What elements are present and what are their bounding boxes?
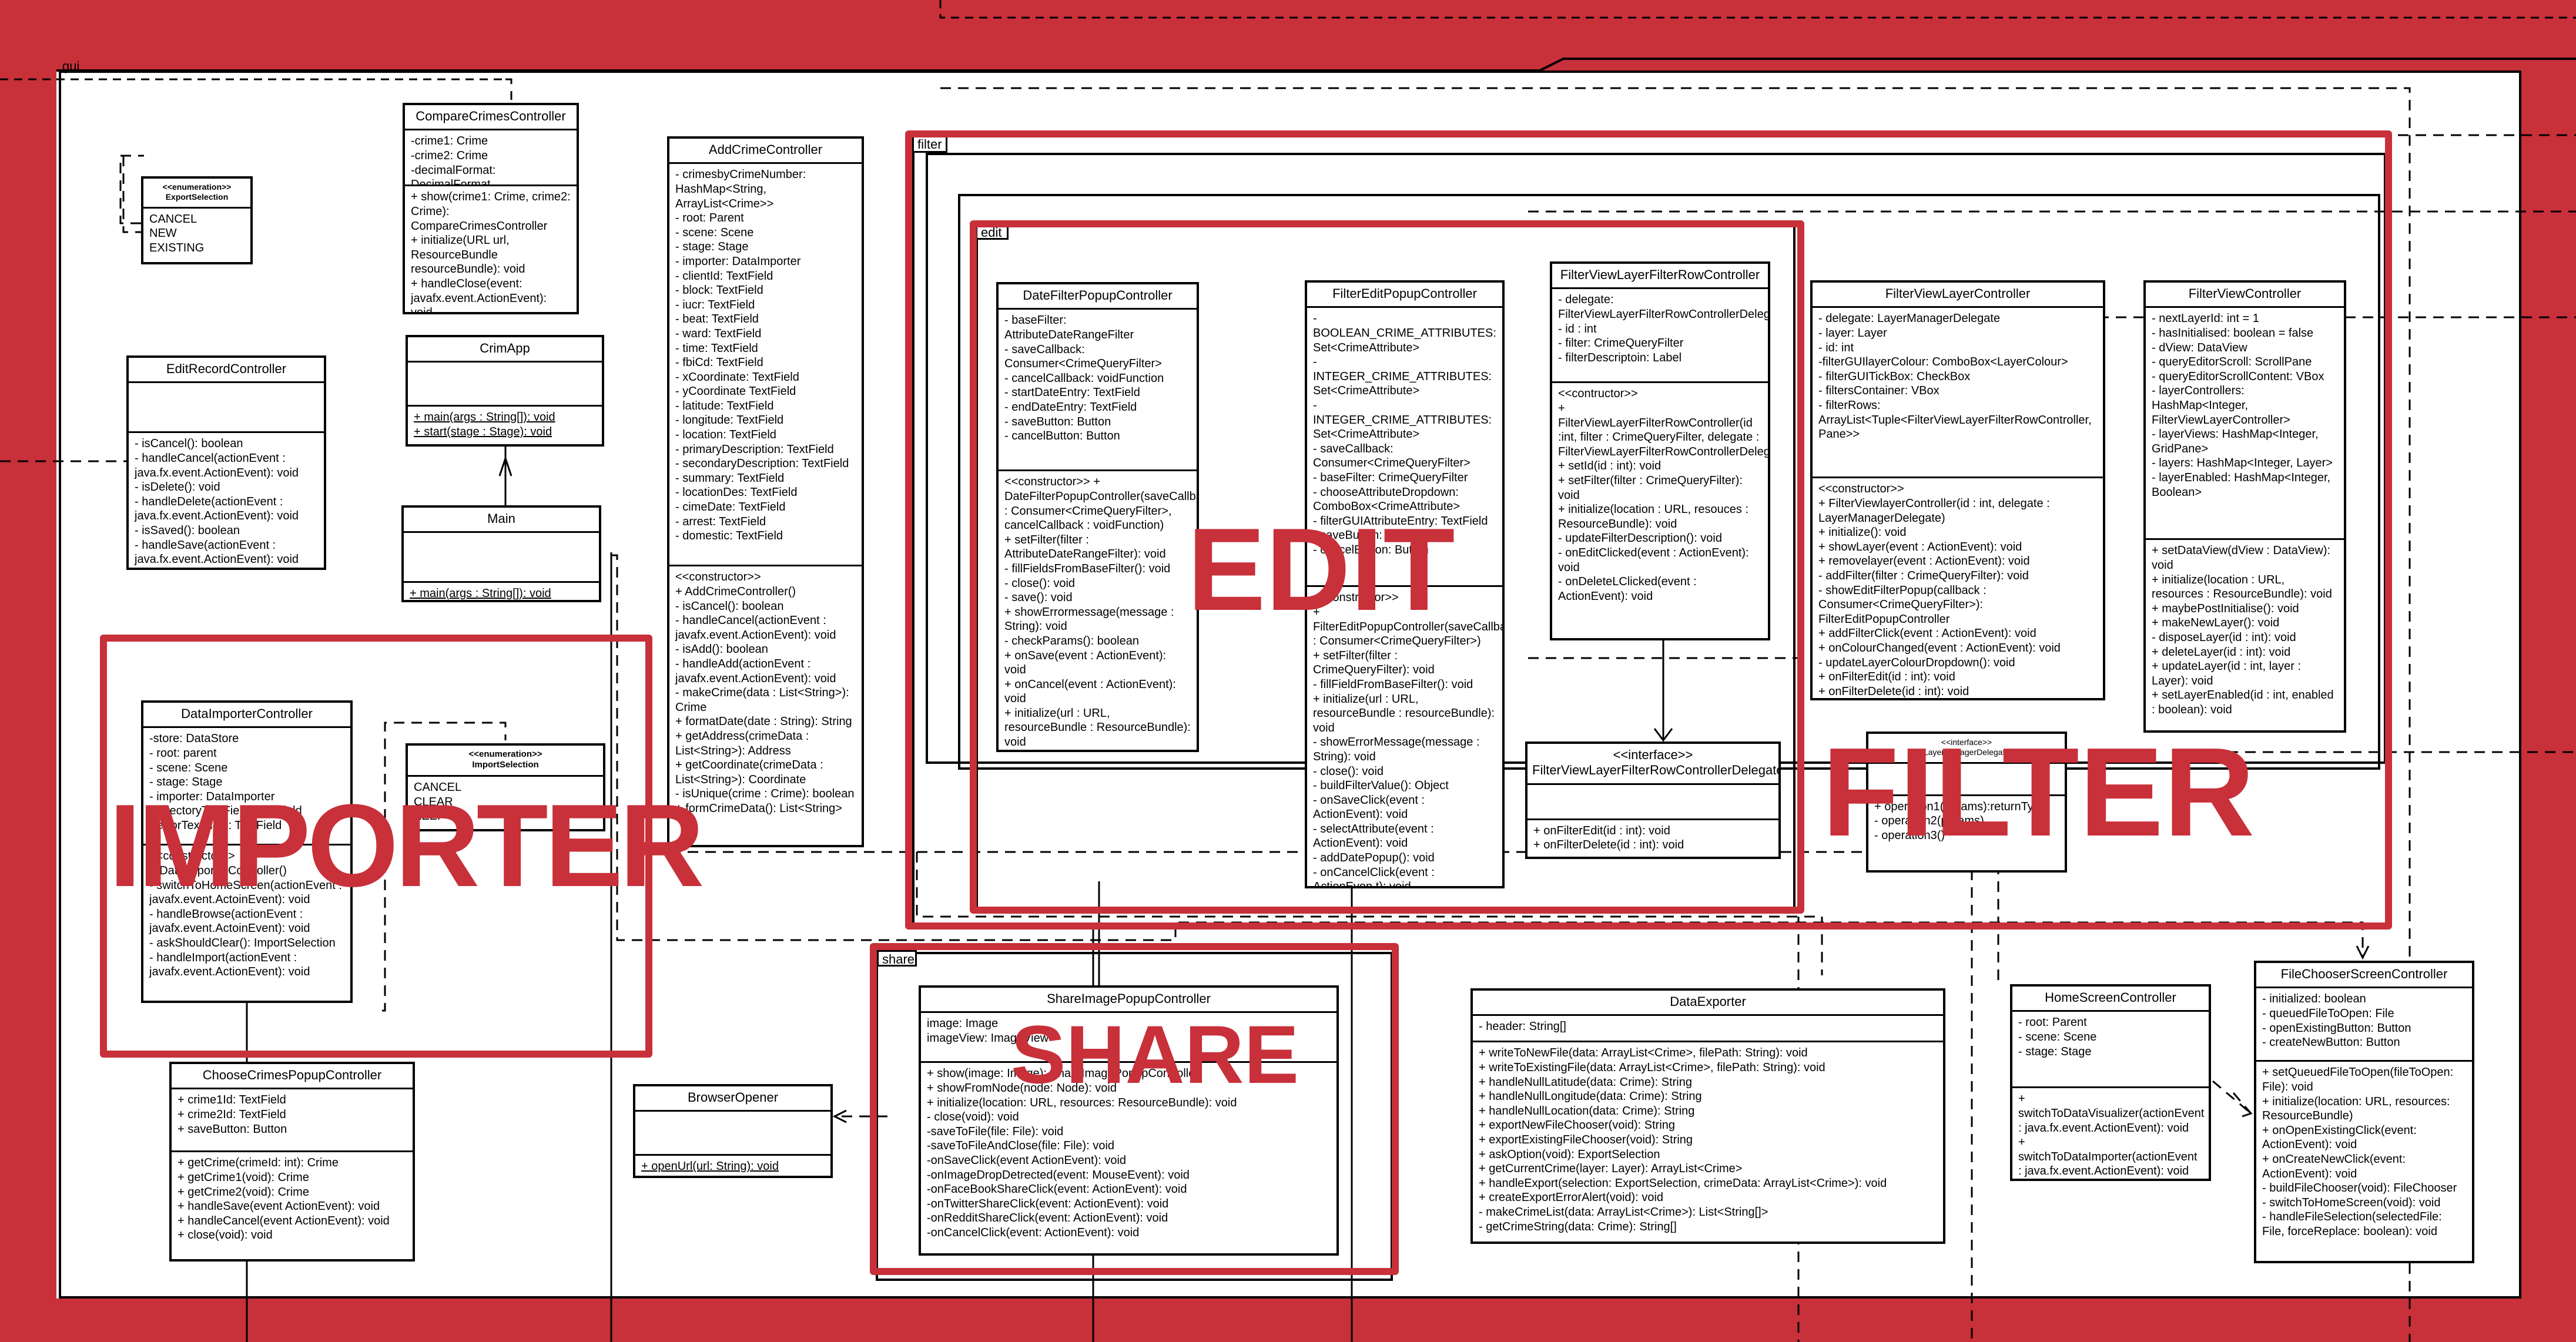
class-operations: + openUrl(url: String): void [641,1160,779,1173]
class-attributes: + crime1Id: TextField + crime2Id: TextFi… [172,1089,413,1153]
class-operations: + setDataView(dView : DataView): void + … [2152,544,2334,716]
interface-filter-view-layer-filter-row-controller-delegate: <<interface>> FilterViewLayerFilterRowCo… [1525,742,1781,859]
class-name: BrowserOpener [635,1086,830,1112]
class-home-screen-controller: HomeScreenController - root: Parent - sc… [2010,984,2211,1181]
class-operations: <<contructor>> + FilterViewLayerFilterRo… [1558,387,1768,603]
class-operations: + getCrime(crimeId: int): Crime + getCri… [177,1156,390,1242]
class-attributes: - delegate: FilterViewLayerFilterRowCont… [1552,289,1768,384]
highlight-label-importer: IMPORTER [109,780,705,911]
class-name: DataImporterController [143,703,350,729]
class-name: DataExporter [1473,991,1943,1016]
highlight-label-filter: FILTER [1822,721,2255,863]
class-name: CompareCrimesController [405,105,577,131]
class-operations: <<constructor>> + FilterViewlayerControl… [1818,482,2061,698]
class-attributes: - nextLayerId: int = 1 - hasInitialised:… [2146,308,2344,541]
gui-package-label: gui [62,59,80,73]
enum-literals: CANCEL NEW EXISTING [149,212,205,254]
class-data-exporter: DataExporter - header: String[] + writeT… [1470,988,1945,1244]
class-crim-app: CrimApp + main(args : String[]): void + … [406,335,604,447]
enum-export-selection: <<enumeration>> ExportSelection CANCEL N… [141,176,253,264]
class-operations: <<constructor>> + DateFilterPopupControl… [1004,475,1197,749]
highlight-label-edit: EDIT [1187,504,1455,635]
enum-name: <<enumeration>> ImportSelection [408,746,603,777]
interface-operations: + onFilterEdit(id : int): void + onFilte… [1533,824,1684,852]
class-choose-crimes-popup-controller: ChooseCrimesPopupController + crime1Id: … [169,1062,415,1262]
class-name: ChooseCrimesPopupController [172,1064,413,1090]
class-filter-view-layer-controller: FilterViewLayerController - delegate: La… [1810,280,2105,700]
class-operations: + show(crime1: Crime, crime2: Crime): Co… [411,190,571,314]
class-name: FileChooserScreenController [2256,963,2472,989]
class-name: AddCrimeController [669,139,862,165]
class-main: Main + main(args : String[]): void [401,505,601,602]
class-operations: + main(args : String[]): void + start(st… [414,411,555,438]
class-name: DateFilterPopupController [999,284,1197,310]
class-name: FilterViewLayerFilterRowController [1552,264,1768,290]
class-attributes: - crimesbyCrimeNumber: HashMap<String, A… [669,164,862,567]
class-browser-opener: BrowserOpener + openUrl(url: String): vo… [633,1084,833,1178]
class-operations: + switchToDataVisualizer(actionEvent : j… [2018,1092,2205,1178]
class-operations: + writeToNewFile(data: ArrayList<Crime>,… [1479,1046,1887,1233]
class-attributes: - baseFilter: AttributeDateRangeFilter -… [999,310,1197,472]
class-attributes [408,363,602,407]
class-date-filter-popup-controller: DateFilterPopupController - baseFilter: … [996,282,1199,752]
class-attributes [635,1112,830,1156]
highlight-label-share: SHARE [1011,1008,1299,1101]
class-file-chooser-screen-controller: FileChooserScreenController - initialize… [2254,961,2474,1263]
class-compare-crimes-controller: CompareCrimesController -crime1: Crime -… [403,103,579,314]
class-name: FilterEditPopupController [1307,283,1502,308]
class-name: Main [404,508,599,534]
class-attributes [404,533,599,583]
class-operations: + setQueuedFileToOpen(fileToOpen: File):… [2262,1066,2457,1238]
class-name: EditRecordController [129,358,324,384]
class-attributes: - root: Parent - scene: Scene - stage: S… [2012,1012,2209,1089]
class-name: FilterViewController [2146,283,2344,308]
class-operations: + main(args : String[]): void [410,587,551,600]
class-attributes: - initialized: boolean - queuedFileToOpe… [2256,988,2472,1062]
enum-name: <<enumeration>> ExportSelection [143,179,250,209]
class-name: HomeScreenController [2012,987,2209,1012]
class-name: CrimApp [408,337,602,363]
interface-name: <<interface>> FilterViewLayerFilterRowCo… [1527,744,1778,785]
class-attributes: -crime1: Crime -crime2: Crime -decimalFo… [405,130,577,187]
class-name: FilterViewLayerController [1813,283,2103,308]
class-operations: - isCancel(): boolean - handleCancel(act… [135,437,299,566]
class-attributes [129,383,324,434]
class-filter-view-layer-filter-row-controller: FilterViewLayerFilterRowController - del… [1550,261,1770,640]
class-edit-record-controller: EditRecordController - isCancel(): boole… [126,355,326,570]
class-attributes: - delegate: LayerManagerDelegate - layer… [1813,308,2103,479]
class-filter-view-controller: FilterViewController - nextLayerId: int … [2143,280,2346,733]
class-attributes: - header: String[] [1473,1016,1943,1043]
class-add-crime-controller: AddCrimeController - crimesbyCrimeNumber… [667,136,864,847]
interface-attributes [1527,785,1778,820]
